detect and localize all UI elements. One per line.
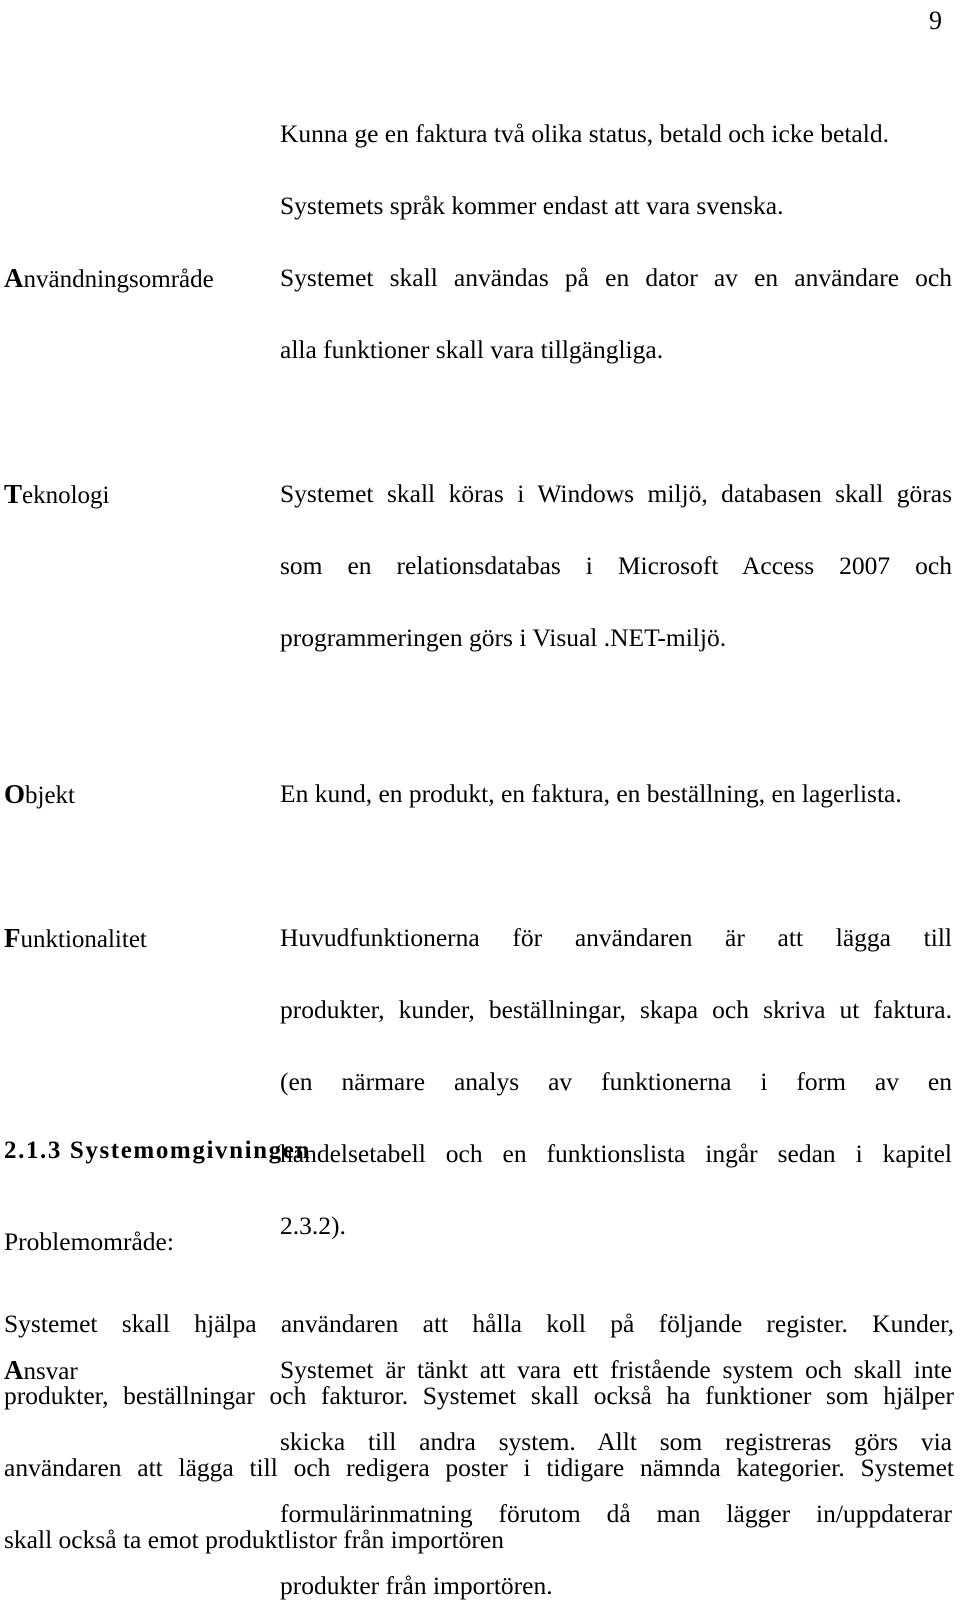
document-page: 9 Kunna ge en faktura två olika status, … xyxy=(0,0,960,1601)
attribute-label-initial: O xyxy=(4,779,26,809)
attribute-label-rest: nvändningsområde xyxy=(23,266,214,293)
attribute-label-rest: eknologi xyxy=(22,482,110,509)
attribute-value-line: som en relationsdatabas i Microsoft Acce… xyxy=(280,551,952,580)
section-heading: 2.1.3 Systemomgivningen xyxy=(4,1137,311,1164)
paragraph-line: Systemet skall hjälpa användaren att hål… xyxy=(4,1309,954,1338)
attribute-value-line: produkter, kunder, beställningar, skapa … xyxy=(280,995,952,1024)
attribute-value-line: En kund, en produkt, en faktura, en best… xyxy=(280,779,902,808)
attribute-label-rest: unktionalitet xyxy=(20,926,147,953)
attribute-value-line: programmeringen görs i Visual .NET-miljö… xyxy=(280,623,727,652)
attribute-value-line: (en närmare analys av funktionerna i for… xyxy=(280,1067,952,1096)
intro-line-1: Kunna ge en faktura två olika status, be… xyxy=(280,119,889,148)
attribute-label: Teknologi xyxy=(4,458,280,532)
attribute-row: Teknologi Systemet skall köras i Windows … xyxy=(4,458,952,674)
attribute-value-line: alla funktioner skall vara tillgängliga. xyxy=(280,335,664,364)
attribute-value: Systemet skall köras i Windows miljö, da… xyxy=(280,458,952,674)
attribute-value-line: Systemet skall köras i Windows miljö, da… xyxy=(280,479,952,508)
attribute-label: Användningsområde xyxy=(4,242,280,316)
attribute-row: Objekt En kund, en produkt, en faktura, e… xyxy=(4,758,952,832)
paragraph-line: produkter, beställningar och fakturor. S… xyxy=(4,1381,954,1410)
attribute-label-initial: T xyxy=(4,479,23,509)
attribute-label: Funktionalitet xyxy=(4,902,280,976)
attribute-label: Objekt xyxy=(4,758,280,832)
attribute-value: En kund, en produkt, en faktura, en best… xyxy=(280,758,952,830)
section-subheading: Problemområde: xyxy=(4,1227,174,1256)
page-number: 9 xyxy=(929,6,942,35)
attribute-row: Användningsområde Systemet skall användas… xyxy=(4,242,952,386)
attribute-value: Systemet skall användas på en dator av e… xyxy=(280,242,952,386)
attribute-label-initial: F xyxy=(4,923,21,953)
attribute-value-line: Huvudfunktionerna för användaren är att … xyxy=(280,923,952,952)
intro-line-2: Systemets språk kommer endast att vara s… xyxy=(280,191,784,220)
attribute-label-initial: A xyxy=(4,263,24,293)
attribute-value-line: Systemet skall användas på en dator av e… xyxy=(280,263,952,292)
problem-area-paragraph: Systemet skall hjälpa användaren att hål… xyxy=(4,1288,954,1576)
attribute-label-rest: bjekt xyxy=(25,782,76,809)
paragraph-line: skall också ta emot produktlistor från i… xyxy=(4,1525,504,1554)
paragraph-line: användaren att lägga till och redigera p… xyxy=(4,1453,954,1482)
